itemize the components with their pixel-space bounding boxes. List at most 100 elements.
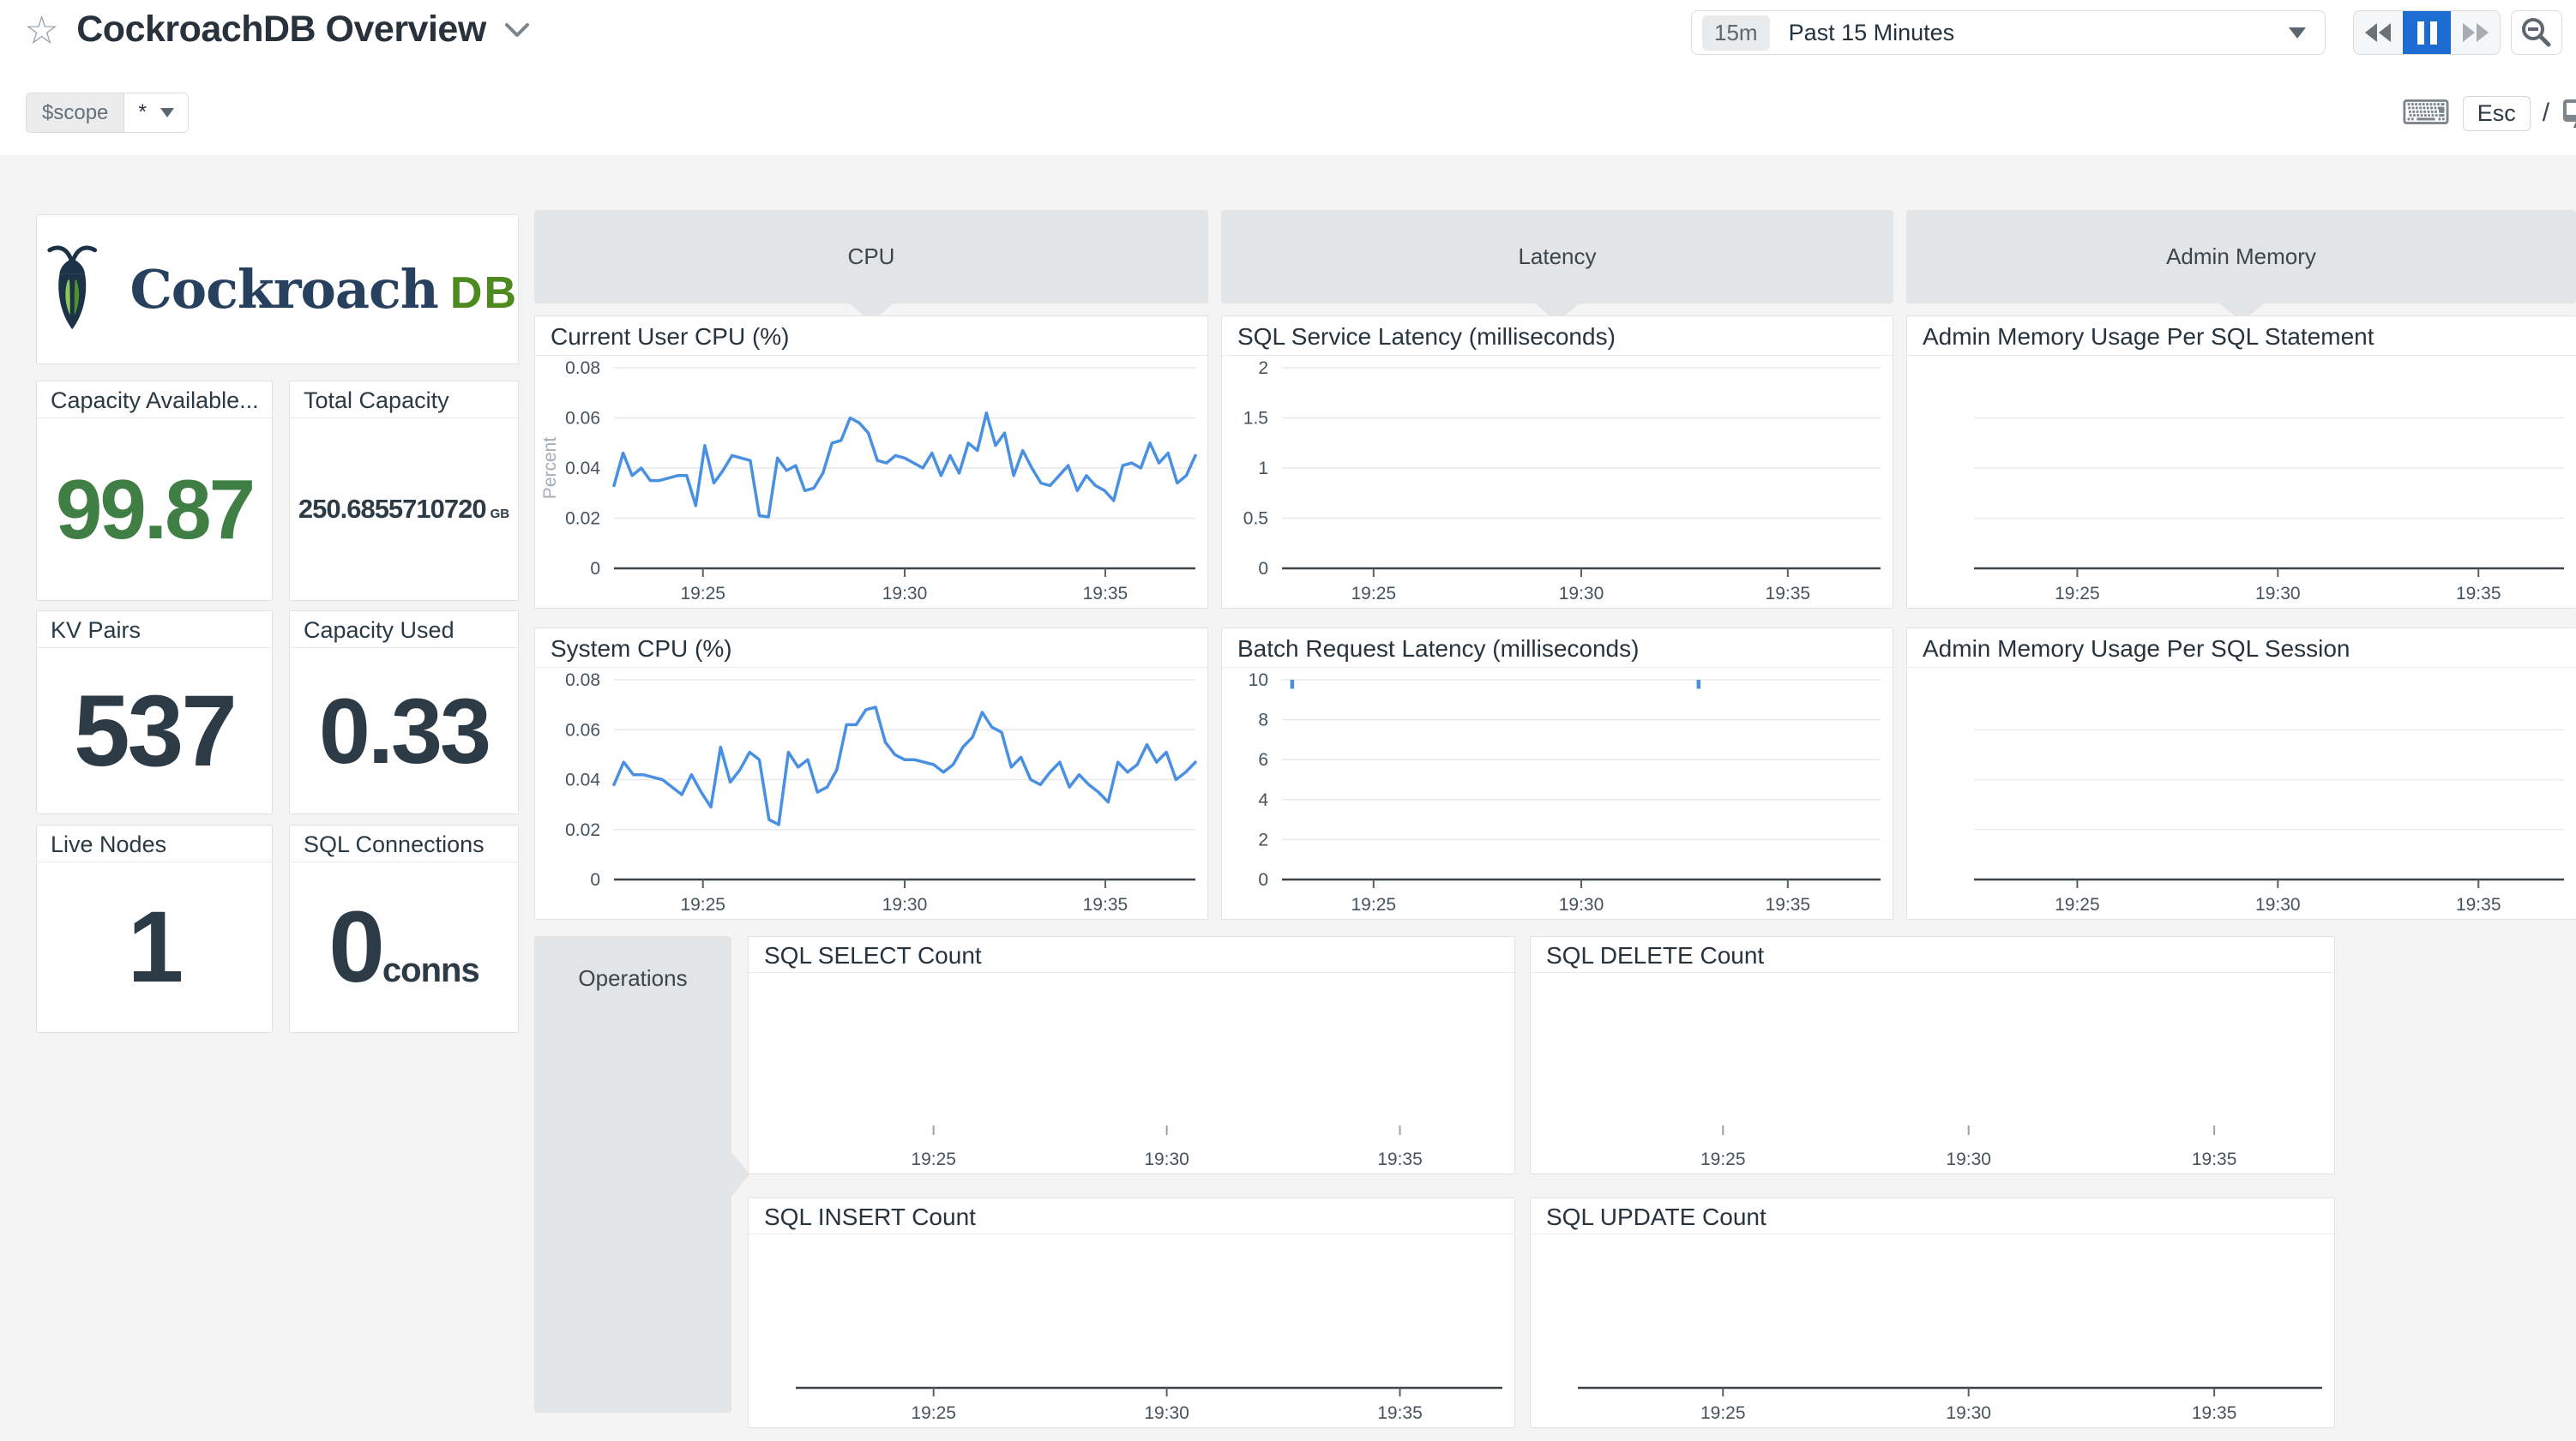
page-title: CockroachDB Overview — [76, 9, 486, 51]
chart-title: System CPU (%) — [535, 628, 1207, 668]
stat-value: 0 — [328, 889, 382, 1006]
svg-text:0.06: 0.06 — [565, 409, 600, 429]
chart-batch-request-latency[interactable]: 024681019:2519:3019:35 — [1222, 668, 1893, 919]
svg-text:0.08: 0.08 — [565, 358, 600, 378]
chart-admin-memory-session[interactable]: 19:2519:3019:35 — [1907, 668, 2576, 919]
keyboard-icon[interactable]: ⌨ — [2401, 96, 2451, 130]
time-range-badge: 15m — [1702, 15, 1770, 51]
panel-batch-request-latency: Batch Request Latency (milliseconds) 024… — [1221, 627, 1893, 920]
panel-sql-select-count: SQL SELECT Count 19:2519:3019:35 — [748, 936, 1515, 1174]
esc-key-button[interactable]: Esc — [2463, 96, 2531, 131]
svg-text:19:25: 19:25 — [1700, 1403, 1746, 1423]
svg-text:0: 0 — [590, 559, 600, 579]
fast-forward-button[interactable] — [2451, 11, 2500, 54]
stat-value: 250.6855710720 — [298, 494, 486, 525]
chart-sql-update-count[interactable]: 19:2519:3019:35 — [1531, 1234, 2334, 1427]
svg-text:10: 10 — [1249, 670, 1268, 690]
svg-text:19:25: 19:25 — [2055, 895, 2100, 915]
pause-icon — [2417, 21, 2437, 45]
slash-separator: / — [2543, 99, 2549, 128]
chart-title: Admin Memory Usage Per SQL Session — [1907, 628, 2576, 668]
svg-text:19:25: 19:25 — [680, 584, 725, 603]
rewind-icon — [2361, 18, 2395, 47]
chart-title: Current User CPU (%) — [535, 316, 1207, 356]
svg-text:19:35: 19:35 — [1377, 1150, 1423, 1169]
chart-title: SQL INSERT Count — [749, 1198, 1514, 1234]
stat-value: 99.87 — [56, 461, 253, 558]
svg-text:19:30: 19:30 — [1946, 1150, 1991, 1169]
panel-admin-memory-statement: Admin Memory Usage Per SQL Statement 19:… — [1906, 315, 2576, 609]
chart-title: Batch Request Latency (milliseconds) — [1222, 628, 1893, 668]
cockroach-bug-icon — [37, 238, 107, 341]
chart-title: Admin Memory Usage Per SQL Statement — [1907, 316, 2576, 356]
chart-title: SQL DELETE Count — [1531, 937, 2334, 973]
chart-sql-select-count[interactable]: 19:2519:3019:35 — [749, 973, 1514, 1174]
group-label: Latency — [1518, 243, 1596, 270]
svg-text:19:25: 19:25 — [680, 895, 725, 915]
fullscreen-monitor-icon[interactable] — [2561, 96, 2576, 130]
stat-value: 0.33 — [319, 677, 489, 784]
svg-text:0: 0 — [1258, 870, 1268, 890]
playback-controls — [2353, 10, 2501, 55]
group-header-admin-memory[interactable]: Admin Memory — [1906, 210, 2576, 303]
svg-text:8: 8 — [1258, 711, 1268, 730]
pause-button[interactable] — [2403, 11, 2452, 54]
panel-sql-update-count: SQL UPDATE Count 19:2519:3019:35 — [1530, 1198, 2335, 1428]
stat-unit: GB — [491, 507, 510, 521]
time-range-label: Past 15 Minutes — [1789, 20, 2289, 46]
stat-title: Live Nodes — [37, 826, 272, 862]
panel-current-user-cpu: Current User CPU (%) 00.020.040.060.0819… — [534, 315, 1208, 609]
dashboard-page: ☆ CockroachDB Overview 15m Past 15 Minut… — [0, 0, 2576, 1441]
scope-name-label: $scope — [27, 93, 124, 132]
stat-card-capacity-available: Capacity Available... 99.87 — [36, 381, 273, 601]
rewind-button[interactable] — [2354, 11, 2403, 54]
svg-text:1: 1 — [1258, 459, 1268, 478]
svg-text:0.06: 0.06 — [565, 720, 600, 740]
svg-text:19:35: 19:35 — [2456, 584, 2501, 603]
svg-text:19:35: 19:35 — [1766, 584, 1811, 603]
chart-sql-delete-count[interactable]: 19:2519:3019:35 — [1531, 973, 2334, 1174]
stat-value: 537 — [74, 673, 235, 790]
svg-text:19:35: 19:35 — [1377, 1403, 1423, 1423]
svg-text:0.04: 0.04 — [565, 459, 600, 478]
stat-title: SQL Connections — [290, 826, 518, 862]
svg-text:Percent: Percent — [540, 437, 560, 500]
svg-text:19:35: 19:35 — [2192, 1150, 2237, 1169]
time-range-caret-icon — [2289, 27, 2306, 39]
svg-text:19:30: 19:30 — [1144, 1403, 1189, 1423]
chart-current-user-cpu[interactable]: 00.020.040.060.0819:2519:3019:35Percent — [535, 356, 1207, 608]
title-chevron-down-icon[interactable] — [503, 21, 531, 39]
time-range-selector[interactable]: 15m Past 15 Minutes — [1691, 10, 2326, 55]
logo-suffix: DB — [450, 268, 518, 318]
svg-text:2: 2 — [1258, 358, 1268, 378]
group-label: Admin Memory — [2166, 243, 2316, 270]
group-header-operations[interactable]: Operations — [534, 936, 731, 1413]
zoom-out-button[interactable] — [2511, 10, 2562, 55]
header-title-group: ☆ CockroachDB Overview — [24, 9, 531, 51]
chart-sql-insert-count[interactable]: 19:2519:3019:35 — [749, 1234, 1514, 1427]
chart-admin-memory-statement[interactable]: 19:25 19:30 19:35 — [1907, 356, 2576, 608]
group-label: Operations — [578, 965, 687, 992]
chart-sql-service-latency[interactable]: 00.511.5219:2519:3019:35 — [1222, 356, 1893, 608]
group-header-latency[interactable]: Latency — [1221, 210, 1893, 303]
svg-text:19:35: 19:35 — [1083, 895, 1129, 915]
group-header-cpu[interactable]: CPU — [534, 210, 1208, 303]
panel-sql-delete-count: SQL DELETE Count 19:2519:3019:35 — [1530, 936, 2335, 1174]
scope-caret-icon — [160, 108, 174, 117]
template-variable-scope[interactable]: $scope * — [26, 93, 189, 133]
svg-text:19:35: 19:35 — [2192, 1403, 2237, 1423]
svg-text:0.04: 0.04 — [565, 771, 600, 790]
stat-card-sql-connections: SQL Connections 0 conns — [289, 825, 519, 1033]
svg-text:0.5: 0.5 — [1243, 509, 1268, 529]
chart-system-cpu[interactable]: 00.020.040.060.0819:2519:3019:35 — [535, 668, 1207, 919]
svg-text:19:30: 19:30 — [1559, 895, 1604, 915]
stat-value: 1 — [128, 889, 182, 1006]
scope-value-dropdown[interactable]: * — [124, 93, 188, 132]
svg-text:19:30: 19:30 — [2255, 584, 2301, 603]
shortcut-hints: ⌨ Esc / — [2401, 91, 2576, 135]
favorite-star-icon[interactable]: ☆ — [24, 10, 59, 50]
stat-card-capacity-used: Capacity Used 0.33 — [289, 610, 519, 814]
chart-title: SQL SELECT Count — [749, 937, 1514, 973]
svg-text:19:30: 19:30 — [882, 584, 928, 603]
svg-text:19:25: 19:25 — [2055, 584, 2100, 603]
